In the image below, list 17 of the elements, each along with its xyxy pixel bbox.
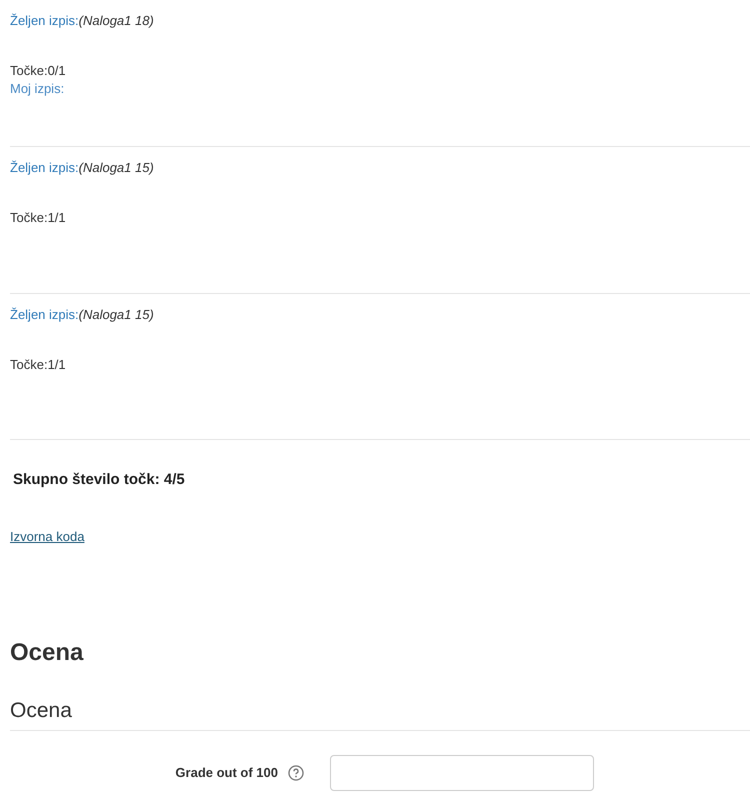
source-code-link[interactable]: Izvorna koda xyxy=(10,528,84,546)
points-text: Točke:0/1 xyxy=(10,62,66,80)
field-label: Grade out of 100 xyxy=(174,764,278,782)
expected-output-value: (Naloga1 15) xyxy=(78,159,154,177)
my-output-label: Moj izpis: xyxy=(10,80,64,98)
section-heading: Ocena xyxy=(10,638,84,668)
subsection-heading: Ocena xyxy=(10,698,72,724)
expected-output-label: Željen izpis: xyxy=(10,12,79,30)
expected-output-label: Željen izpis: xyxy=(10,306,79,324)
grade-input-field[interactable] xyxy=(330,755,594,791)
expected-output-label: Željen izpis: xyxy=(10,159,79,177)
points-text: Točke:1/1 xyxy=(10,209,66,227)
points-text: Točke:1/1 xyxy=(10,356,66,374)
expected-output-value: (Naloga1 18) xyxy=(78,12,154,30)
expected-output-value: (Naloga1 15) xyxy=(78,306,154,324)
help-icon[interactable] xyxy=(288,765,304,781)
total-points: Skupno število točk: 4/5 xyxy=(13,470,185,490)
